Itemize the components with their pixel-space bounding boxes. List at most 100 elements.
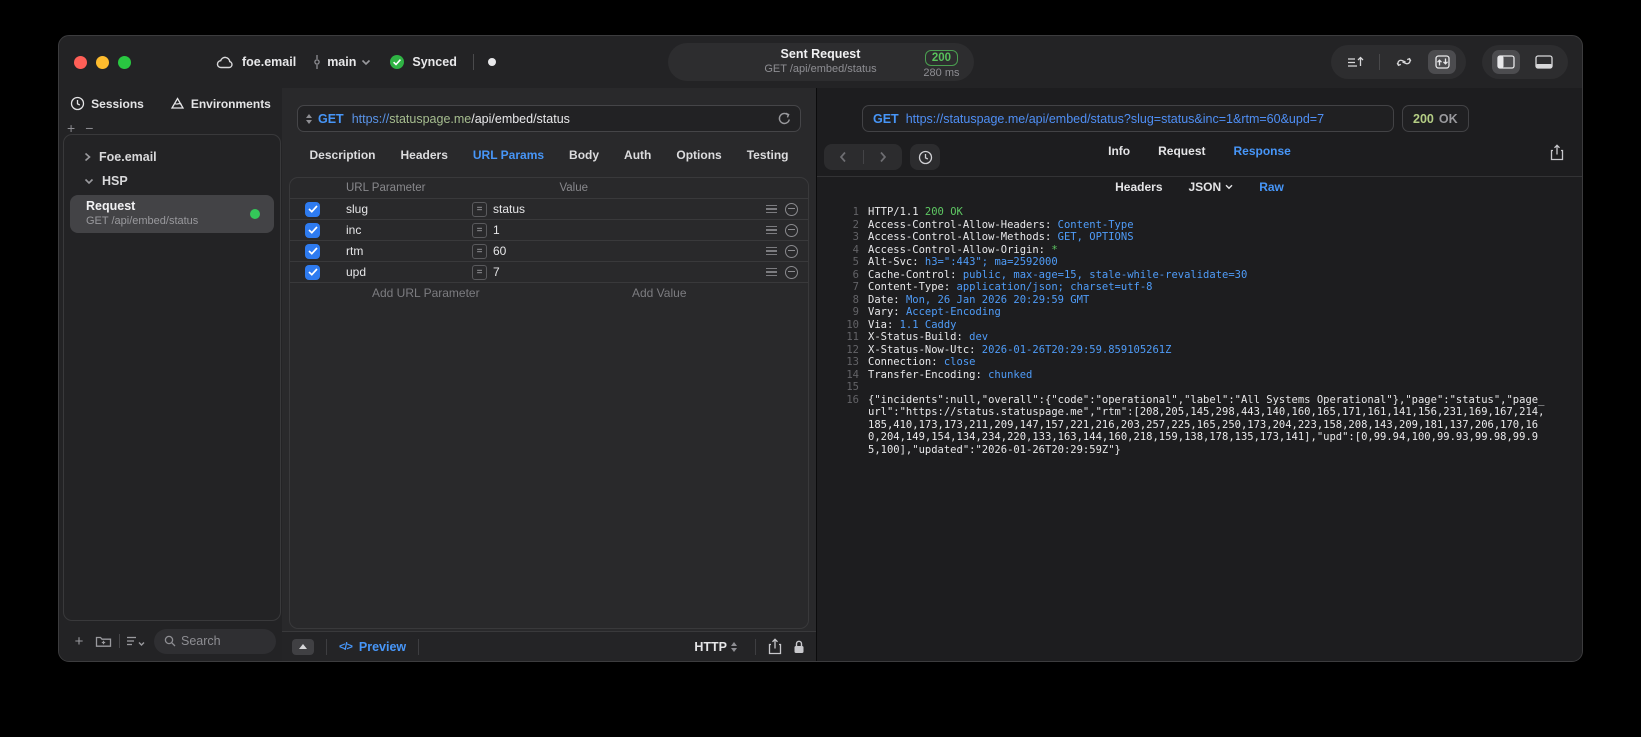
sent-request-url[interactable]: GET https://statuspage.me/api/embed/stat…: [862, 105, 1394, 132]
subtab-raw[interactable]: Raw: [1259, 180, 1284, 194]
chevron-down-icon: [1225, 184, 1233, 190]
lock-icon[interactable]: [792, 639, 806, 655]
tab-sessions[interactable]: Sessions: [70, 96, 144, 111]
minimize-window-button[interactable]: [96, 55, 109, 69]
line-number: 14: [846, 368, 859, 381]
subtab-json-dropdown[interactable]: JSON: [1189, 180, 1234, 194]
reorder-handle-icon[interactable]: [766, 225, 777, 235]
project-selector[interactable]: foe.email: [216, 55, 296, 69]
tree-item-foe-email[interactable]: Foe.email: [64, 145, 280, 169]
tab-headers[interactable]: Headers: [401, 148, 448, 162]
remove-param-icon[interactable]: [785, 223, 798, 237]
close-window-button[interactable]: [74, 55, 87, 69]
tree-item-label: HSP: [102, 174, 128, 188]
forward-icon[interactable]: [879, 151, 887, 163]
param-name-cell[interactable]: upd: [346, 265, 472, 279]
sent-request-pill[interactable]: Sent Request GET /api/embed/status 200 2…: [667, 43, 974, 81]
resend-request-icon[interactable]: [777, 111, 792, 126]
titlebar-actions: [1331, 45, 1568, 79]
titlebar: foe.email main Synced Sent Request GET /…: [59, 36, 1582, 88]
param-checkbox[interactable]: [305, 222, 320, 238]
param-value-cell[interactable]: 60: [493, 244, 766, 258]
subtab-headers[interactable]: Headers: [1115, 180, 1162, 194]
equals-icon: =: [472, 201, 487, 217]
param-row-slug: slug = status: [290, 198, 808, 219]
code-icon: </>: [339, 640, 353, 653]
param-name-cell[interactable]: slug: [346, 202, 472, 216]
line-number: 16: [846, 393, 859, 406]
response-method-label: GET: [873, 111, 899, 126]
remove-session-button[interactable]: −: [85, 121, 93, 135]
line-number: 12: [846, 343, 859, 356]
export-icon[interactable]: [1341, 50, 1369, 74]
tab-url-params[interactable]: URL Params: [473, 148, 544, 162]
response-json-body: {"incidents":null,"overall":{"code":"ope…: [868, 393, 1545, 456]
url-path: /api/embed/status: [471, 111, 570, 126]
new-folder-icon[interactable]: [93, 631, 113, 651]
column-header-value: Value: [559, 182, 589, 194]
tab-info[interactable]: Info: [1108, 144, 1130, 158]
response-url-text: https://statuspage.me/api/embed/status?s…: [905, 111, 1325, 126]
protocol-selector[interactable]: HTTP: [694, 640, 743, 654]
method-stepper-icon[interactable]: [306, 113, 312, 124]
share-response-icon[interactable]: [1550, 144, 1564, 161]
response-raw-view: 1 HTTP/1.1 200 OK 2 Access-Control-Allow-H…: [817, 206, 1582, 661]
add-value-placeholder[interactable]: Add Value: [632, 286, 808, 300]
tab-request[interactable]: Request: [1158, 144, 1205, 158]
add-param-placeholder[interactable]: Add URL Parameter: [372, 286, 498, 300]
tree-item-hsp[interactable]: HSP: [64, 169, 280, 193]
response-subtabs: Headers JSON Raw: [817, 180, 1582, 194]
search-placeholder: Search: [181, 634, 221, 648]
sync-status[interactable]: Synced: [389, 54, 457, 70]
toggle-bottom-panel-icon[interactable]: [1530, 50, 1558, 74]
tab-response[interactable]: Response: [1233, 144, 1290, 158]
tab-options[interactable]: Options: [676, 148, 721, 162]
url-params-table: URL Parameter Value slug = status inc = …: [289, 177, 809, 629]
remove-param-icon[interactable]: [785, 244, 798, 258]
remove-param-icon[interactable]: [785, 202, 798, 216]
view-options-icon[interactable]: [126, 631, 146, 651]
request-duration: 280 ms: [923, 67, 960, 79]
add-session-button[interactable]: +: [67, 121, 75, 135]
param-checkbox[interactable]: [305, 201, 320, 217]
zoom-window-button[interactable]: [118, 55, 131, 69]
footer-separator: [418, 638, 420, 655]
tab-auth[interactable]: Auth: [624, 148, 651, 162]
reorder-handle-icon[interactable]: [766, 204, 777, 214]
tab-body[interactable]: Body: [569, 148, 599, 162]
search-input[interactable]: Search: [154, 628, 276, 654]
line-number: 7: [852, 281, 859, 293]
history-clock-icon[interactable]: [910, 144, 940, 170]
import-export-icon[interactable]: [1428, 50, 1456, 74]
method-label[interactable]: GET: [318, 112, 344, 126]
param-checkbox[interactable]: [305, 243, 320, 259]
collapse-panel-icon[interactable]: [292, 638, 314, 655]
param-value-cell[interactable]: 7: [493, 265, 766, 279]
branch-selector[interactable]: main: [312, 54, 371, 70]
preview-button[interactable]: </> Preview: [339, 640, 406, 654]
tab-environments[interactable]: Environments: [170, 96, 271, 111]
response-line: 12 X-Status-Now-Utc: 2026-01-26T20:29:59.…: [829, 344, 1582, 357]
tab-testing[interactable]: Testing: [747, 148, 789, 162]
request-url-input[interactable]: GET https://statuspage.me/api/embed/stat…: [297, 105, 801, 132]
reorder-handle-icon[interactable]: [766, 267, 777, 277]
param-value-cell[interactable]: status: [493, 202, 766, 216]
back-icon[interactable]: [839, 151, 847, 163]
response-line: 9 Vary: Accept-Encoding: [829, 306, 1582, 319]
param-name-cell[interactable]: inc: [346, 223, 472, 237]
request-list-item-selected[interactable]: Request GET /api/embed/status: [70, 195, 274, 233]
response-divider: [817, 176, 1582, 177]
param-value-cell[interactable]: 1: [493, 223, 766, 237]
cloud-icon: [216, 55, 235, 69]
share-icon[interactable]: [768, 638, 782, 655]
param-checkbox[interactable]: [305, 264, 320, 280]
sync-branches-icon[interactable]: [1390, 50, 1418, 74]
remove-param-icon[interactable]: [785, 265, 798, 279]
toggle-left-sidebar-icon[interactable]: [1492, 50, 1520, 74]
param-name-cell[interactable]: rtm: [346, 244, 472, 258]
response-line: 8 Date: Mon, 26 Jan 2026 20:29:59 GMT: [829, 294, 1582, 307]
add-request-button[interactable]: +: [69, 631, 89, 651]
subtab-json-label: JSON: [1188, 180, 1222, 194]
tab-description[interactable]: Description: [310, 148, 376, 162]
reorder-handle-icon[interactable]: [766, 246, 777, 256]
